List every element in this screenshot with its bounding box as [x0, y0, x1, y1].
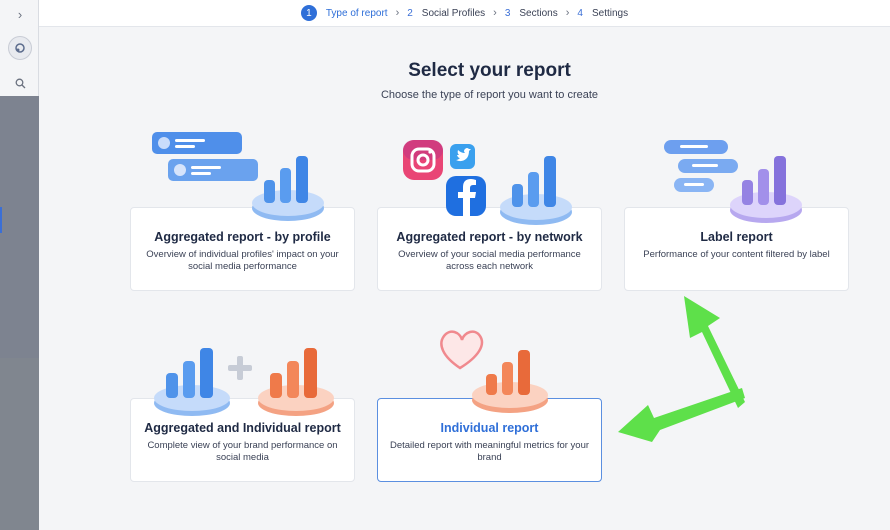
- annotation-arrow: [618, 296, 745, 442]
